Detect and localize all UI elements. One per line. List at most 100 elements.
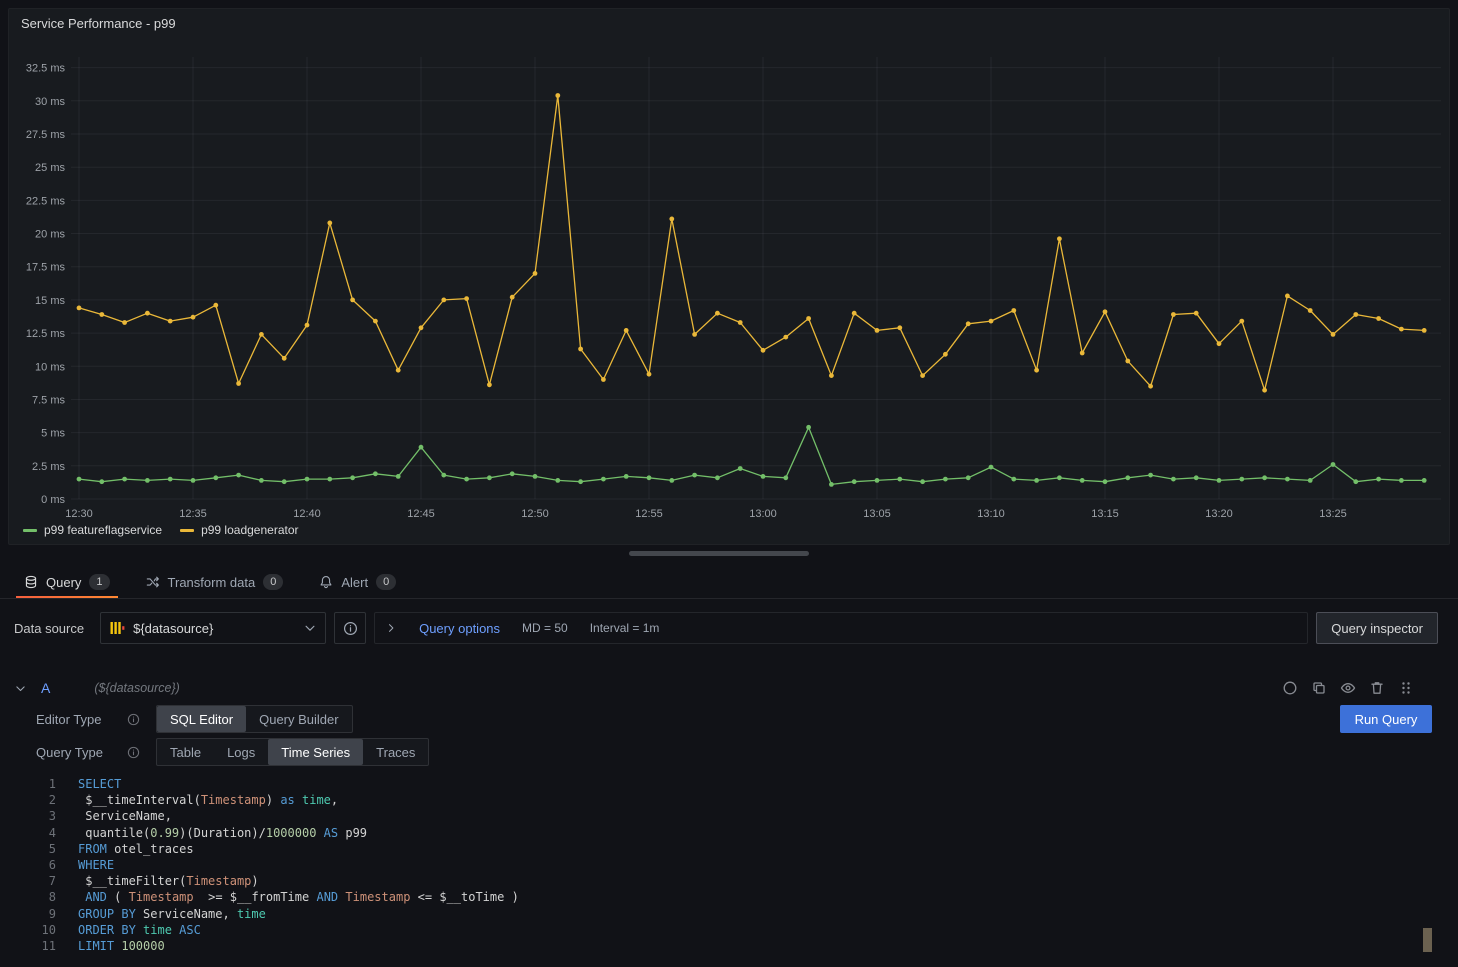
- tab-badge: 1: [89, 574, 109, 590]
- sql-line: 1SELECT: [28, 776, 1438, 792]
- svg-text:27.5 ms: 27.5 ms: [26, 129, 66, 141]
- line-number: 10: [28, 922, 56, 938]
- query-type-option-logs[interactable]: Logs: [214, 739, 268, 765]
- query-type-option-traces[interactable]: Traces: [363, 739, 428, 765]
- sql-line: 9GROUP BY ServiceName, time: [28, 906, 1438, 922]
- max-data-points-value: MD = 50: [522, 621, 568, 635]
- query-type-label-text: Query Type: [36, 745, 103, 760]
- line-number: 1: [28, 776, 56, 792]
- info-icon[interactable]: [127, 746, 140, 759]
- svg-text:15 ms: 15 ms: [35, 295, 65, 307]
- tab-label: Transform data: [168, 575, 256, 590]
- chevron-right-icon: [385, 622, 397, 634]
- sql-line: 7 $__timeFilter(Timestamp): [28, 873, 1438, 889]
- database-icon: [24, 575, 38, 589]
- drag-handle-button[interactable]: [1398, 680, 1414, 696]
- query-inspector-button[interactable]: Query inspector: [1316, 612, 1438, 644]
- remove-query-button[interactable]: [1369, 680, 1385, 696]
- svg-text:12:45: 12:45: [407, 508, 435, 519]
- line-number: 2: [28, 792, 56, 808]
- query-status-button[interactable]: [1282, 680, 1298, 696]
- svg-text:13:20: 13:20: [1205, 508, 1233, 519]
- svg-text:32.5 ms: 32.5 ms: [26, 63, 66, 75]
- query-actions: [1282, 680, 1438, 696]
- sql-line: 4 quantile(0.99)(Duration)/1000000 AS p9…: [28, 825, 1438, 841]
- datasource-label: Data source: [8, 621, 92, 636]
- query-type-option-time-series[interactable]: Time Series: [268, 739, 363, 765]
- tab-label: Query: [46, 575, 81, 590]
- timeseries-panel: Service Performance - p99 0 ms2.5 ms5 ms…: [8, 8, 1450, 545]
- sql-line-code: GROUP BY ServiceName, time: [56, 906, 266, 922]
- line-number: 6: [28, 857, 56, 873]
- query-options-link[interactable]: Query options: [419, 621, 500, 636]
- query-status-icon: [1282, 680, 1298, 696]
- query-options-bar[interactable]: Query options MD = 50 Interval = 1m: [374, 612, 1308, 644]
- datasource-selected-value: ${datasource}: [133, 621, 295, 636]
- svg-text:13:15: 13:15: [1091, 508, 1119, 519]
- panel-title: Service Performance - p99: [21, 16, 176, 31]
- chevron-down-icon: [303, 621, 317, 635]
- datasource-logo-icon: [109, 620, 125, 636]
- drag-handle-icon: [1398, 680, 1414, 696]
- sql-line-code: SELECT: [56, 776, 121, 792]
- sql-line: 10ORDER BY time ASC: [28, 922, 1438, 938]
- svg-text:22.5 ms: 22.5 ms: [26, 195, 66, 207]
- svg-text:12:35: 12:35: [179, 508, 207, 519]
- svg-text:13:05: 13:05: [863, 508, 891, 519]
- sql-line: 3 ServiceName,: [28, 808, 1438, 824]
- toggle-query-visibility-icon: [1340, 680, 1356, 696]
- svg-text:12:55: 12:55: [635, 508, 663, 519]
- toggle-query-visibility-button[interactable]: [1340, 680, 1356, 696]
- line-number: 8: [28, 889, 56, 905]
- info-circle-icon: [127, 713, 140, 726]
- panel-resize-handle[interactable]: [629, 551, 809, 556]
- sql-code-editor[interactable]: 1SELECT2 $__timeInterval(Timestamp) as t…: [28, 772, 1438, 960]
- legend-item-p99-featureflagservice[interactable]: p99 featureflagservice: [23, 523, 162, 537]
- sql-line-code: $__timeFilter(Timestamp): [56, 873, 259, 889]
- sql-line-code: ServiceName,: [56, 808, 172, 824]
- duplicate-query-button[interactable]: [1311, 680, 1327, 696]
- query-ref-id[interactable]: A: [41, 680, 50, 696]
- tab-query[interactable]: Query 1: [14, 566, 120, 598]
- panel-header[interactable]: Service Performance - p99: [9, 9, 1449, 37]
- legend-swatch: [23, 529, 37, 532]
- query-row-header: A (${datasource}): [8, 674, 1438, 702]
- timeseries-chart[interactable]: 0 ms2.5 ms5 ms7.5 ms10 ms12.5 ms15 ms17.…: [9, 37, 1449, 519]
- svg-text:17.5 ms: 17.5 ms: [26, 262, 66, 274]
- chevron-down-icon: [303, 621, 317, 635]
- sql-line-code: WHERE: [56, 857, 114, 873]
- info-icon[interactable]: [127, 713, 140, 726]
- remove-query-icon: [1369, 680, 1385, 696]
- svg-text:0 ms: 0 ms: [41, 494, 65, 506]
- editor-scrollbar-thumb[interactable]: [1423, 928, 1432, 952]
- svg-text:13:25: 13:25: [1319, 508, 1347, 519]
- sql-line-code: ORDER BY time ASC: [56, 922, 201, 938]
- sql-line-code: $__timeInterval(Timestamp) as time,: [56, 792, 338, 808]
- line-number: 7: [28, 873, 56, 889]
- sql-line: 11LIMIT 100000: [28, 938, 1438, 954]
- collapse-query-icon[interactable]: [14, 682, 27, 695]
- tab-transform-data[interactable]: Transform data0: [136, 566, 294, 598]
- chevron-right-icon: [385, 622, 397, 634]
- datasource-help-button[interactable]: [334, 612, 366, 644]
- sql-line-code: FROM otel_traces: [56, 841, 194, 857]
- grafana-panel-edit-page: Service Performance - p99 0 ms2.5 ms5 ms…: [0, 0, 1458, 967]
- tab-alert[interactable]: Alert0: [309, 566, 406, 598]
- chevron-down-icon: [14, 682, 27, 695]
- editor-type-option-sql-editor[interactable]: SQL Editor: [157, 706, 246, 732]
- shuffle-icon: [146, 575, 160, 589]
- sql-lines: 1SELECT2 $__timeInterval(Timestamp) as t…: [28, 776, 1438, 954]
- tab-label: Alert: [341, 575, 368, 590]
- run-query-button[interactable]: Run Query: [1340, 705, 1432, 733]
- editor-type-row: Editor Type SQL EditorQuery Builder: [28, 705, 353, 733]
- editor-type-label: Editor Type: [28, 705, 148, 733]
- legend-item-p99-loadgenerator[interactable]: p99 loadgenerator: [180, 523, 298, 537]
- editor-type-toggle: SQL EditorQuery Builder: [156, 705, 353, 733]
- info-circle-icon: [343, 621, 358, 636]
- svg-text:10 ms: 10 ms: [35, 361, 65, 373]
- query-type-option-table[interactable]: Table: [157, 739, 214, 765]
- legend-swatch: [180, 529, 194, 532]
- datasource-select[interactable]: ${datasource}: [100, 612, 326, 644]
- editor-type-option-query-builder[interactable]: Query Builder: [246, 706, 351, 732]
- query-datasource-hint: (${datasource}): [94, 681, 179, 695]
